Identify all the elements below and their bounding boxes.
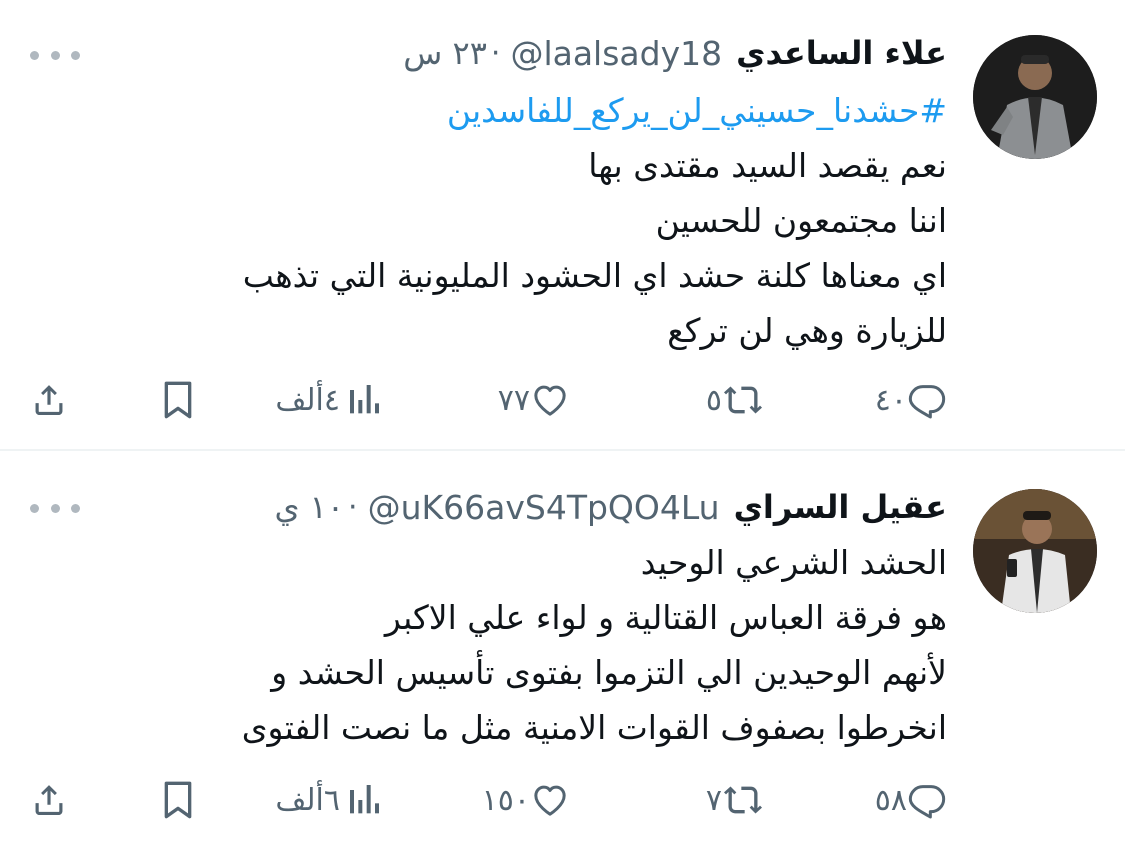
reply-count: ٤٠ xyxy=(874,382,907,418)
tweet-line: نعم يقصد السيد مقتدى بها xyxy=(588,146,947,185)
hashtag-link[interactable]: #حشدنا_حسيني_لن_يركع_للفاسدين xyxy=(107,83,947,138)
share-button[interactable] xyxy=(30,370,68,430)
bookmark-icon xyxy=(160,380,196,420)
display-name[interactable]: عقيل السراي xyxy=(734,488,947,526)
like-button[interactable]: ٧٧ xyxy=(498,370,570,430)
views-count: ٤ألف xyxy=(275,382,340,418)
tweet-header: عقيل السراي @uK66avS4TpQO4Lu · ١٠ ي xyxy=(274,482,947,532)
tweet-line: انخرطوا بصفوف القوات الامنية مثل ما نصت … xyxy=(241,708,947,747)
separator-dot: · xyxy=(490,35,501,71)
tweet-line: اننا مجتمعون للحسين xyxy=(655,201,947,240)
tweet-line: اي معناها كلنة حشد اي الحشود المليونية ا… xyxy=(242,256,947,295)
tweet-line: هو فرقة العباس القتالية و لواء علي الاكب… xyxy=(384,598,947,637)
share-icon xyxy=(30,780,68,820)
retweet-count: ٥ xyxy=(705,382,722,418)
retweet-count: ٧ xyxy=(705,782,722,818)
retweet-button[interactable]: ٧ xyxy=(706,770,764,830)
like-icon xyxy=(530,780,570,820)
tweet[interactable]: علاء الساعدي @laalsady18 · ٢٣ س #حشدنا_ح… xyxy=(0,0,1125,450)
dot xyxy=(71,50,80,60)
dot xyxy=(30,50,39,60)
tweet-line: للزيارة وهي لن تركع xyxy=(667,311,947,350)
handle[interactable]: @uK66avS4TpQO4Lu xyxy=(368,488,720,527)
share-button[interactable] xyxy=(30,770,68,830)
views-count: ٦ألف xyxy=(275,782,340,818)
bookmark-button[interactable] xyxy=(160,370,196,430)
separator-dot: · xyxy=(348,489,358,525)
bookmark-button[interactable] xyxy=(160,770,196,830)
like-icon xyxy=(530,380,570,420)
reply-icon xyxy=(907,780,947,820)
tweet-line: الحشد الشرعي الوحيد xyxy=(640,543,947,582)
more-options-button[interactable] xyxy=(30,500,80,516)
action-bar: ٤٠ ٥ ٧٧ ٤ألف xyxy=(0,370,1125,430)
avatar[interactable] xyxy=(973,35,1097,159)
views-button[interactable]: ٦ألف xyxy=(275,770,382,830)
share-icon xyxy=(30,380,68,420)
reply-button[interactable]: ٤٠ xyxy=(875,370,947,430)
like-count: ١٥٠ xyxy=(481,782,530,818)
timestamp[interactable]: ٢٣ س xyxy=(403,34,487,72)
like-button[interactable]: ١٥٠ xyxy=(482,770,570,830)
avatar[interactable] xyxy=(973,489,1097,613)
tweet-header: علاء الساعدي @laalsady18 · ٢٣ س xyxy=(403,28,947,78)
reply-button[interactable]: ٥٨ xyxy=(875,770,947,830)
display-name[interactable]: علاء الساعدي xyxy=(736,34,947,72)
tweet-text: الحشد الشرعي الوحيد هو فرقة العباس القتا… xyxy=(107,535,947,755)
tweet-line: لأنهم الوحيدين الي التزموا بفتوى تأسيس ا… xyxy=(271,653,947,692)
timestamp[interactable]: ١٠ ي xyxy=(274,488,344,526)
views-icon xyxy=(348,380,382,420)
more-options-button[interactable] xyxy=(30,47,80,63)
reply-count: ٥٨ xyxy=(874,782,907,818)
views-button[interactable]: ٤ألف xyxy=(275,370,382,430)
views-icon xyxy=(348,780,382,820)
retweet-icon xyxy=(722,780,764,820)
dot xyxy=(30,503,39,513)
dot xyxy=(50,50,60,60)
handle[interactable]: @laalsady18 xyxy=(510,34,722,73)
tweet-text: #حشدنا_حسيني_لن_يركع_للفاسدين نعم يقصد ا… xyxy=(107,83,947,358)
retweet-button[interactable]: ٥ xyxy=(706,370,764,430)
retweet-icon xyxy=(722,380,764,420)
like-count: ٧٧ xyxy=(497,382,530,418)
tweet[interactable]: عقيل السراي @uK66avS4TpQO4Lu · ١٠ ي الحش… xyxy=(0,452,1125,855)
action-bar: ٥٨ ٧ ١٥٠ ٦ألف xyxy=(0,770,1125,830)
dot xyxy=(50,503,60,513)
bookmark-icon xyxy=(160,780,196,820)
reply-icon xyxy=(907,380,947,420)
dot xyxy=(71,503,80,513)
divider xyxy=(0,449,1125,451)
